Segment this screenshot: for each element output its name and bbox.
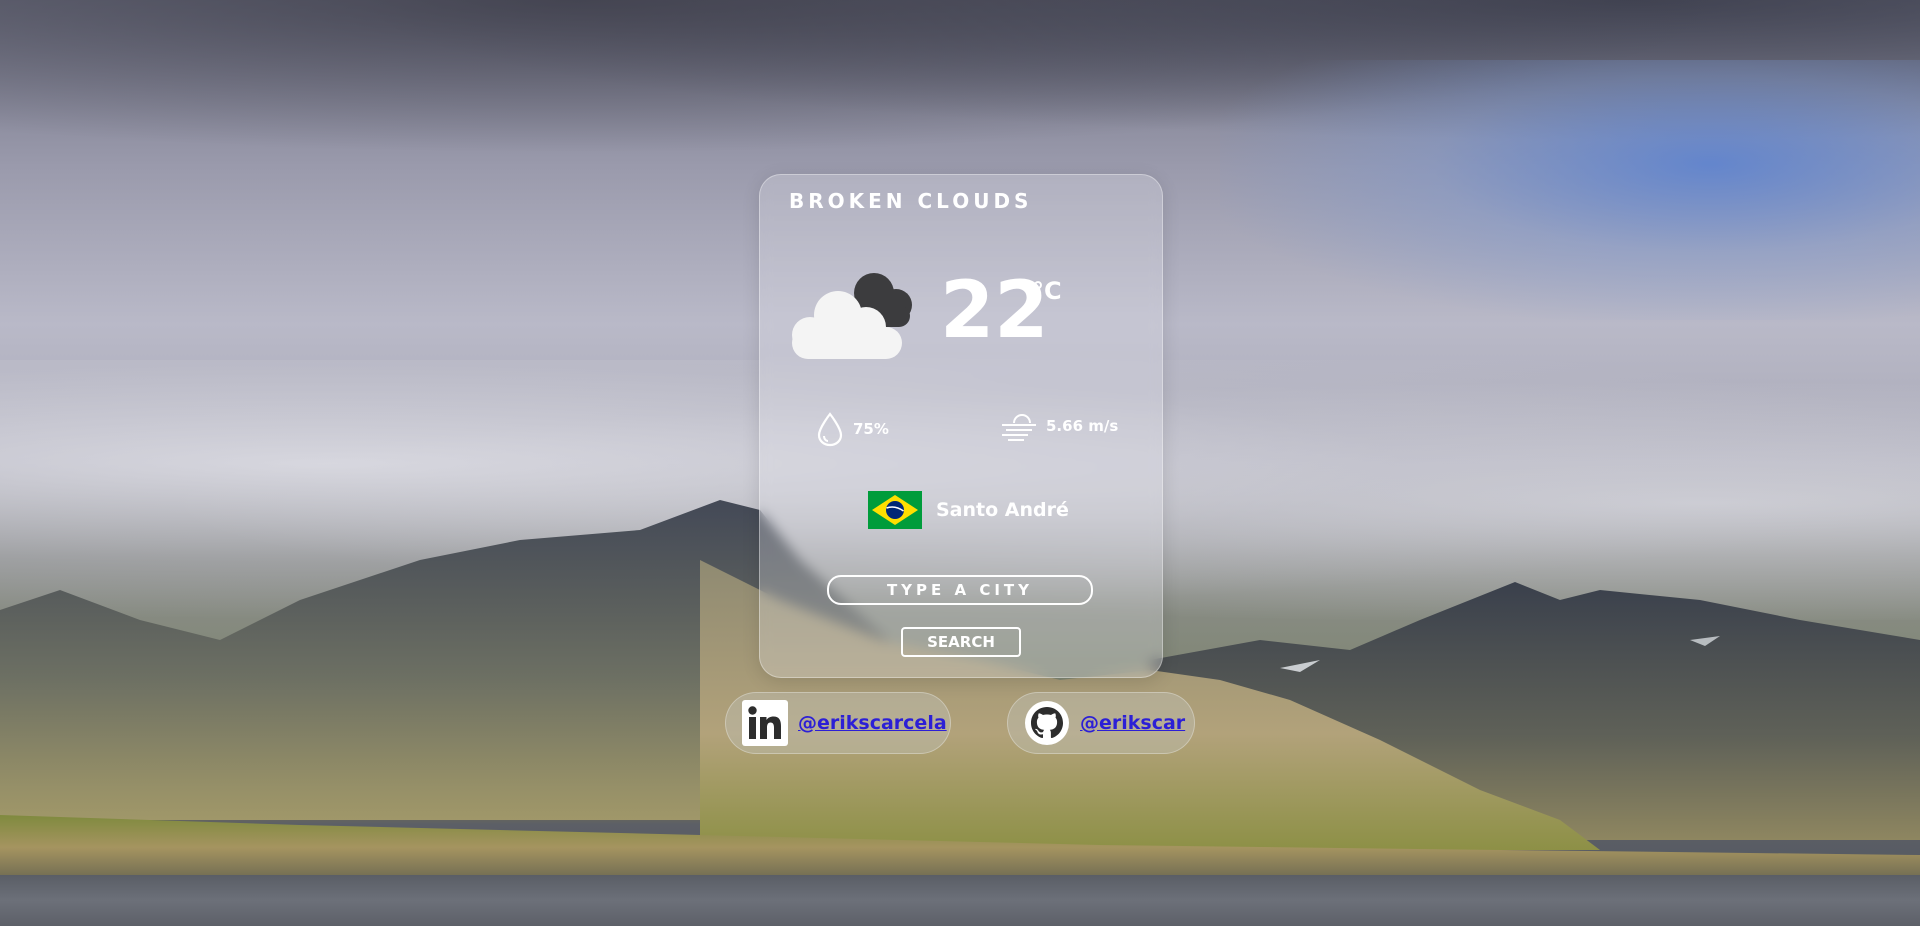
temperature-unit: °C	[1032, 277, 1062, 305]
wind-stat: 5.66 m/s	[1000, 411, 1118, 441]
city-search-input[interactable]	[827, 575, 1093, 605]
location: Santo André	[868, 491, 1069, 529]
wind-value: 5.66 m/s	[1046, 417, 1119, 435]
linkedin-icon[interactable]	[742, 700, 788, 746]
background-landscape: broken clouds 22 °C 75	[0, 0, 1920, 926]
search-button[interactable]: SEARCH	[901, 627, 1021, 657]
weather-card: broken clouds 22 °C 75	[759, 174, 1163, 678]
github-badge: @erikscar	[1007, 692, 1195, 754]
wind-icon	[1002, 414, 1036, 441]
humidity-value: 75%	[853, 420, 889, 438]
linkedin-badge: @erikscarcela	[725, 692, 951, 754]
lake	[0, 875, 1920, 926]
github-link[interactable]: @erikscar	[1080, 712, 1185, 734]
github-icon[interactable]	[1024, 700, 1070, 746]
broken-clouds-icon	[792, 273, 912, 359]
humidity-stat: 75%	[815, 411, 889, 447]
city-name: Santo André	[936, 499, 1069, 521]
brazil-flag	[868, 491, 922, 529]
linkedin-link[interactable]: @erikscarcela	[798, 712, 947, 734]
weather-description: broken clouds	[789, 189, 1033, 213]
droplet-icon	[817, 412, 843, 447]
